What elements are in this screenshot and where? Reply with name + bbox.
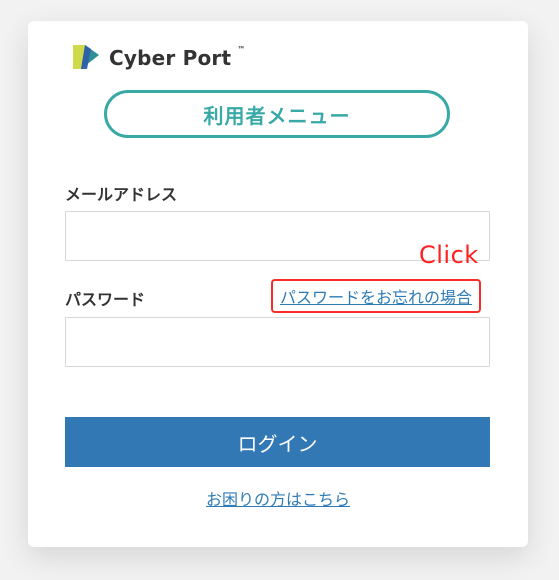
brand-logo: Cyber Port ™ (71, 41, 247, 73)
page: Cyber Port ™ 利用者メニュー メールアドレス パスワード Click… (0, 0, 559, 580)
login-button[interactable]: ログイン (65, 417, 490, 467)
password-field[interactable] (65, 317, 490, 367)
cyberport-logo-icon (71, 42, 101, 72)
login-card: Cyber Port ™ 利用者メニュー メールアドレス パスワード Click… (28, 21, 528, 547)
password-label: パスワード (65, 290, 146, 309)
help-link[interactable]: お困りの方はこちら (28, 486, 528, 510)
email-label: メールアドレス (65, 185, 178, 204)
click-annotation: Click (419, 241, 479, 269)
brand-trademark: ™ (237, 44, 246, 54)
user-menu-title: 利用者メニュー (104, 90, 450, 138)
forgot-password-link[interactable]: パスワードをお忘れの場合 (271, 279, 482, 313)
brand-name: Cyber Port (109, 46, 232, 70)
